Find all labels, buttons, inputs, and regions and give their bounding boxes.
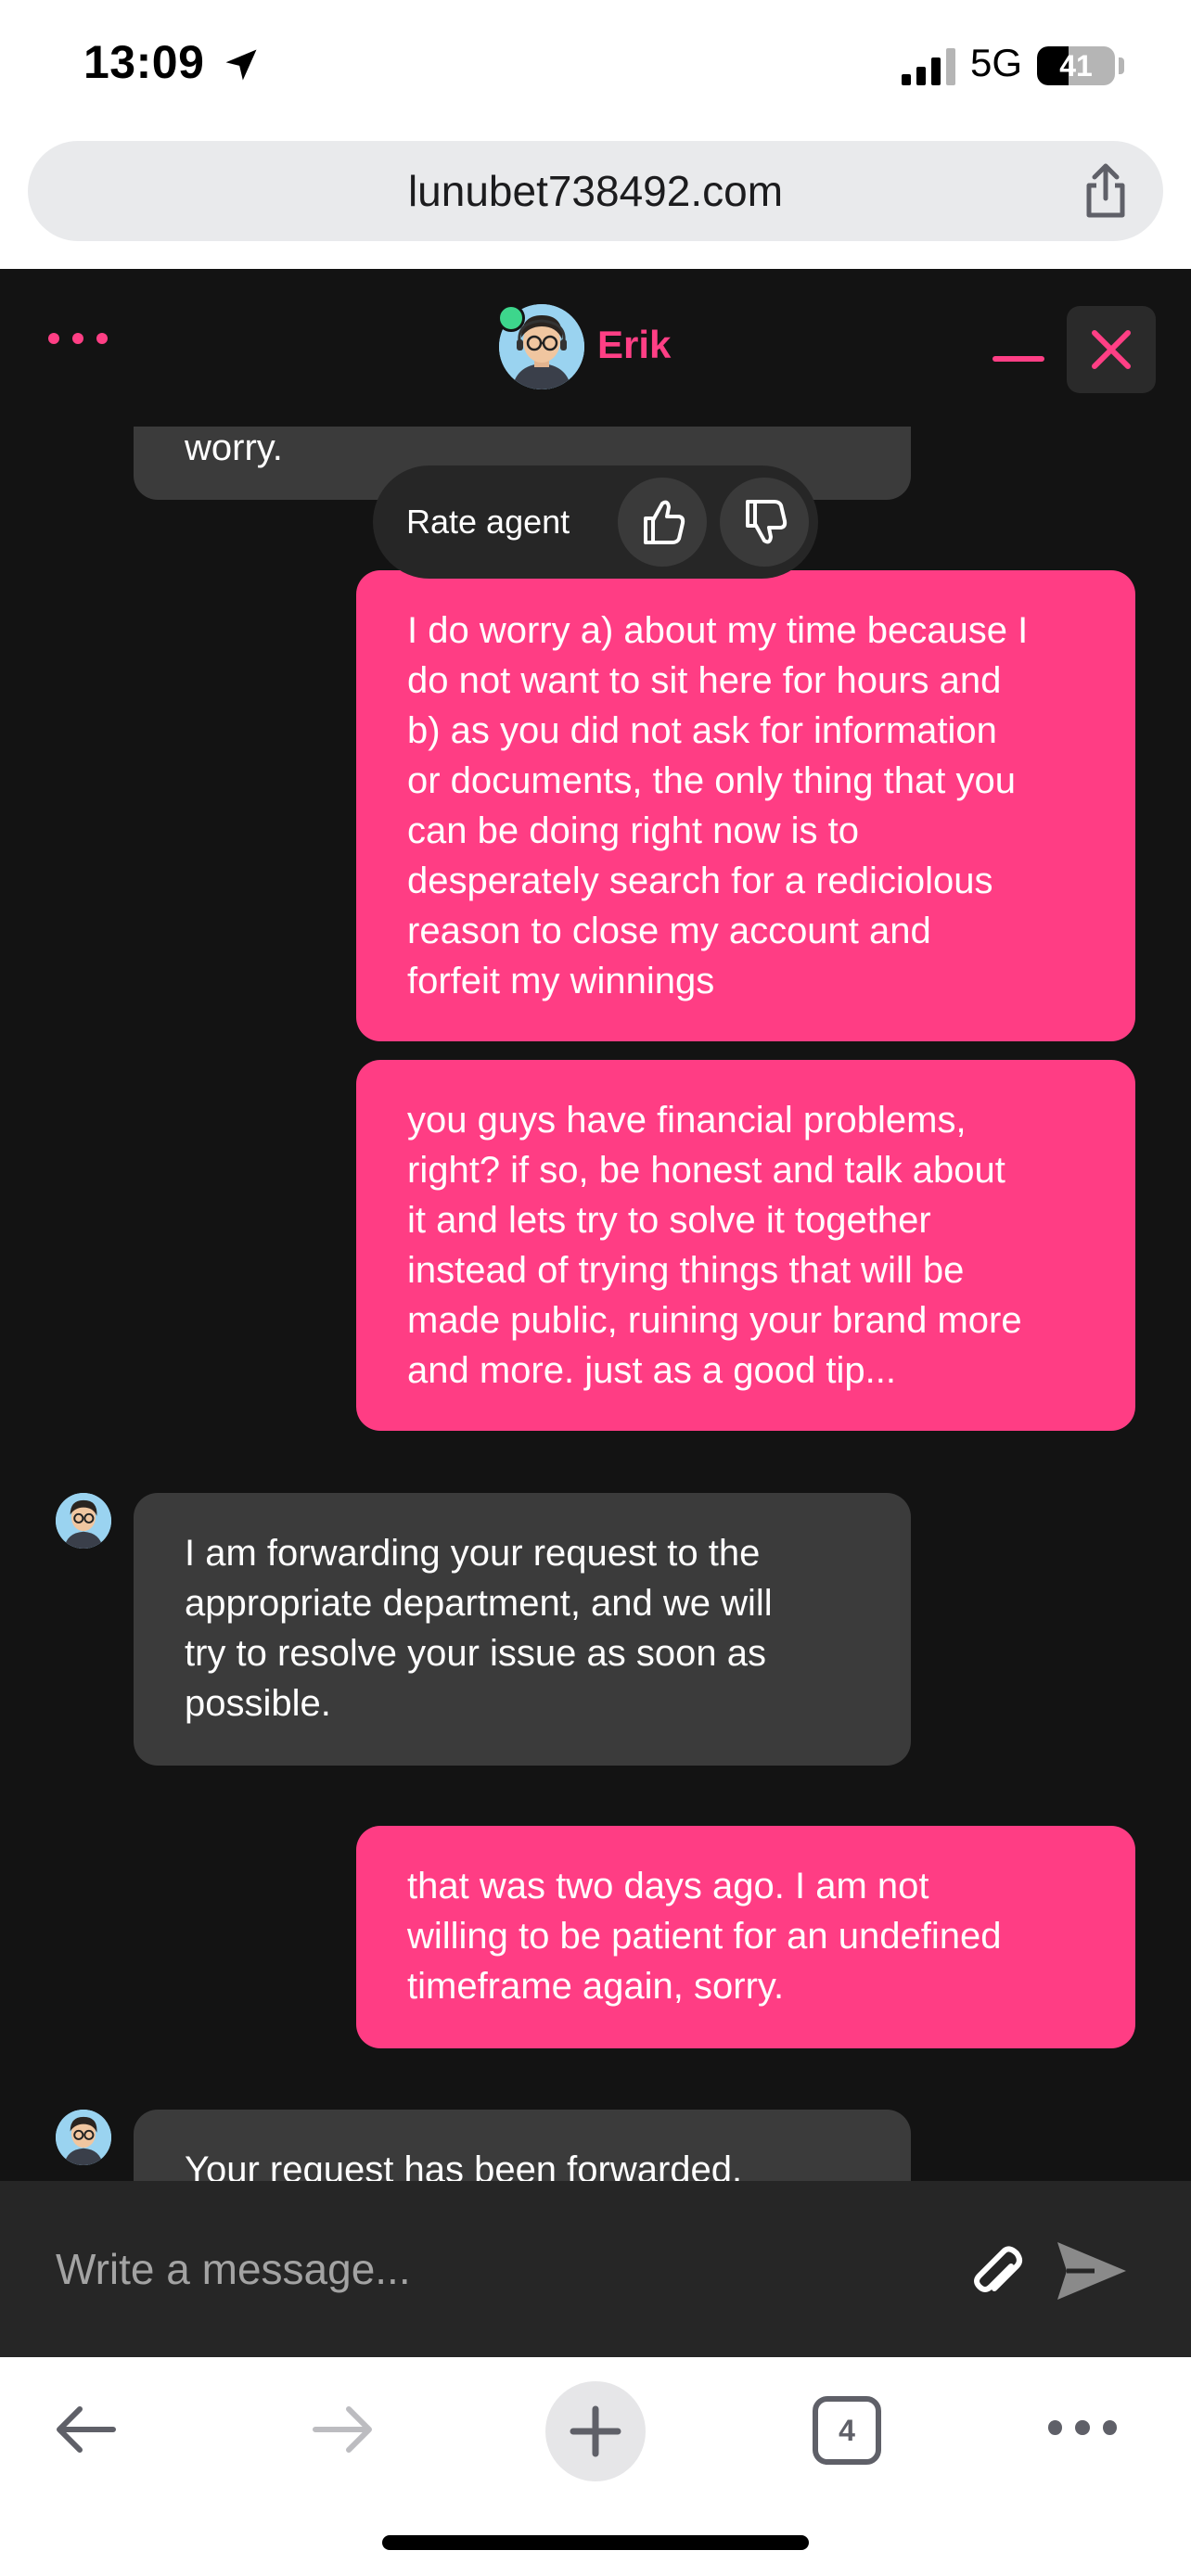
message-line: I do worry a) about my time because I — [407, 610, 1029, 651]
dot — [72, 333, 83, 344]
user-message: I do worry a) about my time because I do… — [356, 570, 1135, 1041]
message-line: try to resolve your issue as soon as — [185, 1633, 766, 1674]
message-line: appropriate department, and we will — [185, 1583, 773, 1624]
chat-widget: Erik worry. Rate agent I do worry a) abo… — [0, 269, 1191, 2357]
message-line: made public, ruining your brand more — [407, 1300, 1022, 1341]
message-line: and more. just as a good tip... — [407, 1350, 896, 1391]
battery-level: 41 — [1059, 49, 1093, 83]
dot — [48, 333, 59, 344]
forward-arrow-icon[interactable] — [306, 2394, 377, 2465]
message-line: Your request has been forwarded. — [185, 2149, 743, 2181]
share-icon[interactable] — [1076, 161, 1135, 221]
agent-name: Erik — [597, 323, 672, 366]
message-line: possible. — [185, 1683, 331, 1724]
message-line: do not want to sit here for hours and — [407, 660, 1002, 701]
message-line: forfeit my winnings — [407, 961, 715, 1001]
message-line: desperately search for a rediciolous — [407, 861, 993, 901]
network-type: 5G — [970, 41, 1023, 84]
dot — [1102, 2420, 1117, 2435]
new-tab-button[interactable] — [545, 2381, 646, 2481]
dot — [1075, 2420, 1090, 2435]
user-message: that was two days ago. I am not willing … — [356, 1826, 1135, 2048]
message-composer — [0, 2181, 1191, 2357]
battery-icon: 41 — [1037, 46, 1115, 85]
agent-message: Your request has been forwarded. — [134, 2110, 911, 2181]
message-line: can be doing right now is to — [407, 810, 859, 851]
user-message: you guys have financial problems, right?… — [356, 1060, 1135, 1431]
message-input[interactable] — [56, 2181, 928, 2357]
message-line: instead of trying things that will be — [407, 1250, 965, 1291]
paperclip-icon[interactable] — [965, 2238, 1030, 2303]
location-arrow-icon — [225, 49, 257, 81]
message-list[interactable]: worry. Rate agent I do worry a) about my… — [0, 427, 1191, 2181]
chat-menu-button[interactable] — [48, 325, 115, 352]
online-status-dot — [497, 304, 525, 332]
minimize-icon[interactable] — [992, 356, 1044, 362]
message-line: reason to close my account and — [407, 911, 931, 951]
message-line: timeframe again, sorry. — [407, 1966, 785, 2007]
message-line: it and lets try to solve it together — [407, 1200, 931, 1241]
status-bar: 13:09 5G 41 — [0, 0, 1191, 134]
message-line: you guys have financial problems, — [407, 1100, 967, 1141]
message-line: that was two days ago. I am not — [407, 1866, 929, 1906]
more-dots-icon[interactable] — [1048, 2420, 1117, 2439]
url-text[interactable]: lunubet738492.com — [28, 141, 1163, 241]
message-line: or documents, the only thing that you — [407, 760, 1016, 801]
battery-nub — [1119, 57, 1124, 74]
message-line: right? if so, be honest and talk about — [407, 1150, 1005, 1191]
agent-avatar-small — [56, 2110, 111, 2165]
rate-agent-label: Rate agent — [406, 503, 570, 541]
message-line: I am forwarding your request to the — [185, 1533, 761, 1574]
cellular-signal-icon — [902, 48, 955, 85]
agent-message: I am forwarding your request to the appr… — [134, 1493, 911, 1766]
dot — [96, 333, 108, 344]
rate-agent-bar: Rate agent — [373, 465, 818, 579]
agent-avatar-image — [56, 1493, 111, 1549]
thumbs-down-icon — [746, 500, 788, 544]
tabs-icon[interactable]: 4 — [813, 2396, 881, 2465]
message-line: b) as you did not ask for information — [407, 710, 997, 751]
close-icon — [1092, 330, 1131, 369]
status-time: 13:09 — [83, 36, 205, 88]
message-line: willing to be patient for an undefined — [407, 1916, 1002, 1957]
plus-icon — [570, 2405, 621, 2457]
home-indicator — [382, 2535, 809, 2550]
agent-avatar-small — [56, 1493, 111, 1549]
send-icon[interactable] — [1054, 2237, 1130, 2305]
chat-header: Erik — [0, 269, 1191, 427]
agent-avatar-image — [56, 2110, 111, 2165]
thumbs-up-button[interactable] — [618, 478, 707, 567]
thumbs-down-button[interactable] — [720, 478, 809, 567]
thumbs-up-icon — [644, 500, 685, 544]
back-arrow-icon[interactable] — [52, 2394, 122, 2465]
close-button[interactable] — [1067, 306, 1156, 393]
address-bar[interactable]: lunubet738492.com — [28, 141, 1163, 241]
dot — [1048, 2420, 1063, 2435]
